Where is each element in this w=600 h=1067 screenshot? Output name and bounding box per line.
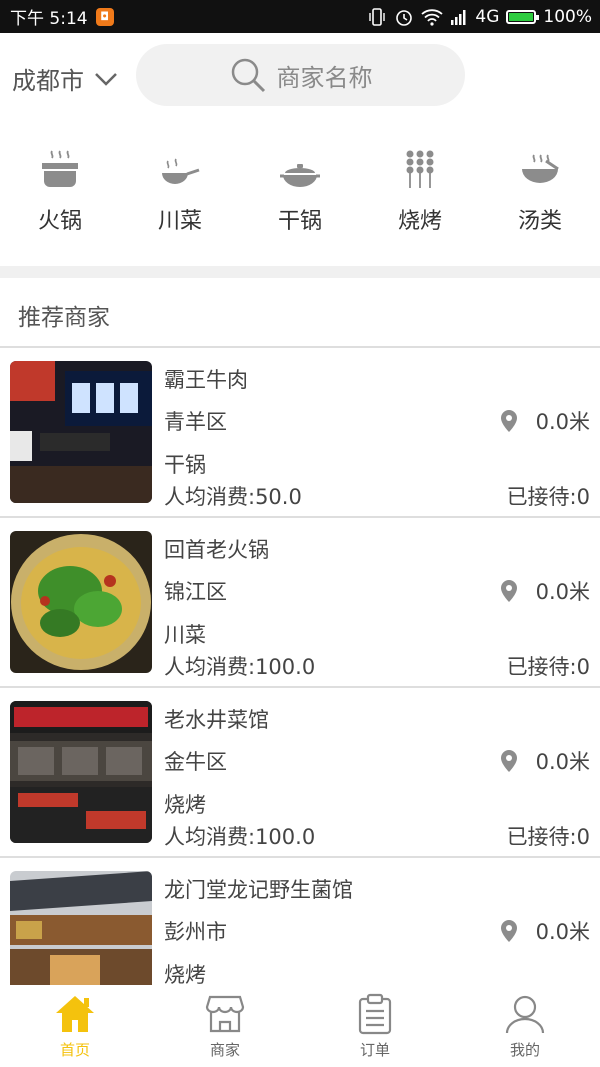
- merchant-photo: [10, 531, 152, 673]
- category-label: 火锅: [37, 209, 82, 234]
- section-title: 推荐商家: [18, 305, 110, 331]
- merchant-name: 回首老火锅: [164, 538, 269, 562]
- merchant-area: 锦江区: [164, 580, 227, 604]
- category-bar: 火锅 川菜 干锅 烧烤 汤类: [0, 145, 600, 245]
- distance-value: 0.0米: [535, 580, 590, 604]
- skewer-icon: [406, 150, 434, 188]
- status-bar: 下午 5:14 ◘ 4G 100%: [0, 0, 600, 33]
- distance-value: 0.0米: [535, 920, 590, 944]
- soup-bowl-icon: [522, 154, 559, 183]
- merchant-list: 霸王牛肉 青羊区 0.0米 干锅 人均消费:50.0 已接待:0 回首老火锅 锦…: [0, 348, 600, 1028]
- search-icon: [231, 58, 265, 93]
- search-input[interactable]: 商家名称: [136, 44, 465, 106]
- category-hotpot[interactable]: 火锅: [0, 145, 120, 245]
- merchant-served: 已接待:0: [506, 655, 590, 679]
- merchant-area: 青羊区: [164, 410, 227, 434]
- tab-home[interactable]: 首页: [0, 985, 150, 1067]
- merchant-distance: 0.0米: [500, 916, 590, 946]
- tab-merchants[interactable]: 商家: [150, 985, 300, 1067]
- merchant-distance: 0.0米: [500, 406, 590, 436]
- status-time: 下午 5:14: [10, 9, 88, 29]
- location-pin-icon: [500, 920, 517, 942]
- merchant-type: 川菜: [164, 623, 206, 647]
- signal-icon: [451, 9, 466, 25]
- hotpot-icon: [42, 150, 78, 187]
- category-label: 烧烤: [397, 209, 442, 234]
- distance-value: 0.0米: [535, 750, 590, 774]
- order-clipboard-icon: [358, 993, 392, 1035]
- user-icon: [505, 995, 545, 1034]
- merchant-distance: 0.0米: [500, 746, 590, 776]
- tab-profile[interactable]: 我的: [450, 985, 600, 1067]
- location-pin-icon: [500, 580, 517, 602]
- merchant-name: 老水井菜馆: [164, 708, 269, 732]
- shop-icon: [205, 995, 245, 1033]
- category-label: 汤类: [517, 209, 562, 234]
- merchant-photo: [10, 701, 152, 843]
- dry-pot-icon: [280, 164, 320, 187]
- tab-orders[interactable]: 订单: [300, 985, 450, 1067]
- merchant-row[interactable]: 老水井菜馆 金牛区 0.0米 烧烤 人均消费:100.0 已接待:0: [0, 688, 600, 858]
- category-bbq[interactable]: 烧烤: [360, 145, 480, 245]
- location-pin-icon: [500, 750, 517, 772]
- city-label: 成都市: [12, 67, 84, 95]
- chevron-down-icon: [95, 72, 117, 86]
- merchant-area: 金牛区: [164, 750, 227, 774]
- tab-label: 商家: [209, 1041, 240, 1059]
- merchant-price: 人均消费:100.0: [164, 655, 316, 679]
- tab-label: 订单: [359, 1041, 390, 1059]
- wifi-icon: [421, 8, 443, 26]
- merchant-price: 人均消费:100.0: [164, 825, 316, 849]
- merchant-name: 霸王牛肉: [164, 368, 248, 392]
- distance-value: 0.0米: [535, 410, 590, 434]
- merchant-row[interactable]: 回首老火锅 锦江区 0.0米 川菜 人均消费:100.0 已接待:0: [0, 518, 600, 688]
- tab-label: 我的: [509, 1041, 540, 1059]
- category-sichuan[interactable]: 川菜: [120, 145, 240, 245]
- merchant-distance: 0.0米: [500, 576, 590, 606]
- merchant-served: 已接待:0: [506, 485, 590, 509]
- home-icon: [56, 996, 94, 1032]
- category-dry-pot[interactable]: 干锅: [240, 145, 360, 245]
- battery-percent: 100%: [543, 6, 592, 27]
- category-soup[interactable]: 汤类: [480, 145, 600, 245]
- tab-label: 首页: [59, 1041, 90, 1059]
- merchant-type: 干锅: [164, 453, 206, 477]
- location-pin-icon: [500, 410, 517, 432]
- merchant-name: 龙门堂龙记野生菌馆: [164, 878, 353, 902]
- category-label: 川菜: [157, 209, 202, 234]
- notification-icon: ◘: [95, 7, 114, 26]
- city-selector[interactable]: 成都市: [12, 61, 118, 96]
- header: 成都市 商家名称: [0, 33, 600, 118]
- merchant-row[interactable]: 霸王牛肉 青羊区 0.0米 干锅 人均消费:50.0 已接待:0: [0, 348, 600, 518]
- merchant-photo: [10, 361, 152, 503]
- section-divider: [0, 266, 600, 278]
- merchant-price: 人均消费:50.0: [164, 485, 302, 509]
- merchant-area: 彭州市: [164, 920, 227, 944]
- bottom-tab-bar: 首页 商家 订单 我的: [0, 985, 600, 1067]
- wok-icon: [162, 158, 200, 184]
- network-type: 4G: [475, 6, 500, 27]
- alarm-icon: [396, 9, 413, 26]
- category-label: 干锅: [277, 209, 322, 234]
- merchant-type: 烧烤: [164, 793, 206, 817]
- merchant-served: 已接待:0: [506, 825, 590, 849]
- vibrate-icon: [369, 7, 386, 26]
- search-placeholder: 商家名称: [276, 63, 373, 92]
- battery-icon: [506, 9, 540, 24]
